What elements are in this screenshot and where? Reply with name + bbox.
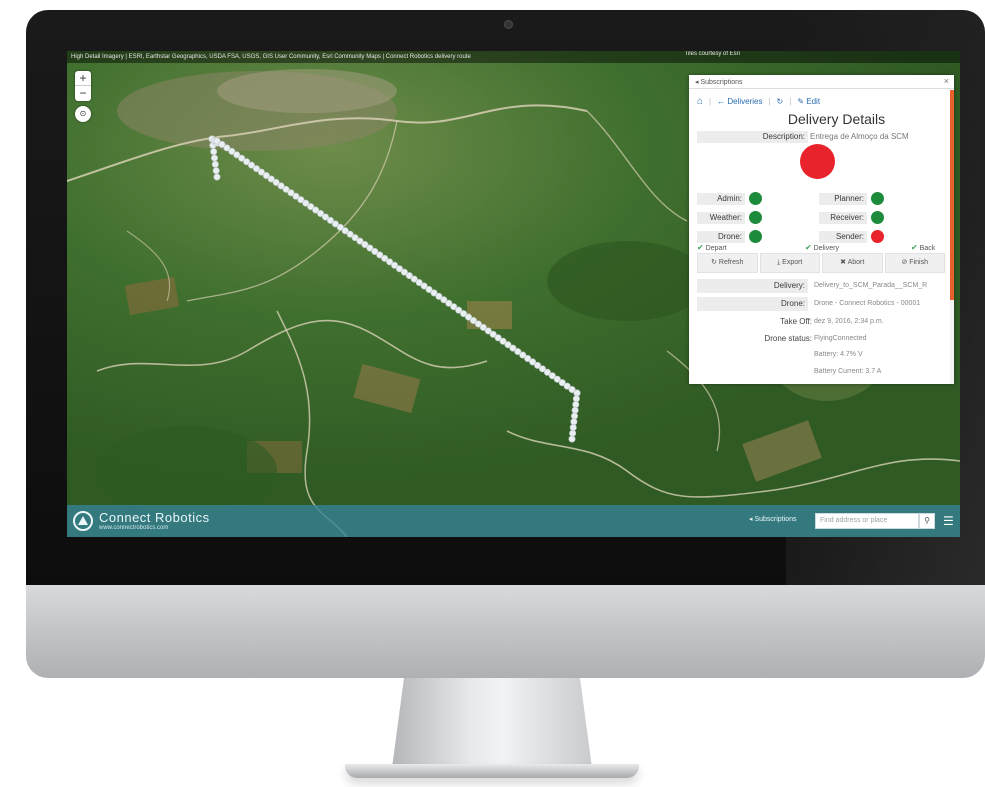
zoom-out-button[interactable]: − — [75, 86, 91, 101]
close-icon[interactable]: × — [944, 76, 949, 86]
route-waypoint — [213, 173, 221, 181]
search-icon[interactable]: ⚲ — [919, 513, 935, 529]
status-label: Admin: — [697, 193, 745, 205]
status-dot — [871, 192, 884, 205]
action-buttons: ↻ Refresh ⤓ Export ✖ Abort ⊘ Finish — [697, 253, 945, 273]
check-icon: ✔ — [805, 243, 812, 252]
page-title: Delivery Details — [787, 111, 886, 127]
route-waypoint — [569, 429, 577, 437]
menu-icon[interactable]: ☰ — [943, 514, 954, 528]
deliveries-link[interactable]: ← Deliveries — [717, 97, 762, 106]
map-attribution-right: Tiles courtesy of Esri — [684, 51, 740, 57]
nav-separator: | — [789, 96, 792, 106]
route-waypoint — [569, 423, 577, 431]
camera-icon — [504, 20, 513, 29]
info-label-takeoff: Take Off: — [780, 317, 812, 326]
battery-current: Battery Current: 3.7 A — [814, 368, 882, 375]
subscriptions-button[interactable]: ◂ Subscriptions — [749, 515, 796, 523]
export-button[interactable]: ⤓ Export — [759, 253, 820, 273]
panel-nav: ⌂ | ← Deliveries | ↻ | ✎ Edit — [697, 95, 820, 107]
scrollbar-thumb[interactable] — [950, 90, 954, 300]
app-screen: High Detail Imagery | ESRI, Earthstar Ge… — [67, 51, 960, 537]
search-input[interactable]: Find address or place — [815, 513, 919, 529]
phase-depart: ✔ Depart — [697, 243, 727, 252]
phase-back: ✔ Back — [911, 243, 936, 252]
status-label: Drone: — [697, 231, 745, 243]
info-label-drone: Drone: — [697, 297, 808, 311]
monitor-chin — [26, 585, 985, 678]
abort-button[interactable]: ✖ Abort — [822, 253, 883, 273]
brand-name: Connect Robotics — [99, 510, 210, 525]
check-icon: ✔ — [911, 243, 918, 252]
status-dot — [871, 211, 884, 224]
route-waypoint — [570, 418, 578, 426]
status-dot — [749, 211, 762, 224]
status-dot — [749, 230, 762, 243]
route-waypoint — [570, 412, 578, 420]
status-label: Weather: — [697, 212, 745, 224]
route-waypoint — [568, 435, 576, 443]
map-attribution: High Detail Imagery | ESRI, Earthstar Ge… — [67, 51, 960, 63]
phase-delivery: ✔ Delivery — [805, 243, 839, 252]
check-icon: ✔ — [697, 243, 704, 252]
battery-voltage: Battery: 4.7% V — [814, 351, 863, 358]
description-value: Entrega de Almoço da SCM — [810, 132, 909, 141]
delivery-status-indicator — [800, 144, 835, 179]
monitor-stand — [392, 678, 592, 768]
route-waypoint — [571, 406, 579, 414]
status-dot — [749, 192, 762, 205]
refresh-button[interactable]: ↻ Refresh — [697, 253, 758, 273]
route-waypoint — [210, 148, 218, 156]
finish-button[interactable]: ⊘ Finish — [884, 253, 945, 273]
route-waypoint — [211, 160, 219, 168]
panel-header: ◂ Subscriptions × — [689, 75, 954, 89]
nav-separator: | — [768, 96, 771, 106]
refresh-icon[interactable]: ↻ — [777, 97, 784, 106]
route-waypoint — [212, 167, 220, 175]
status-label: Receiver: — [819, 212, 867, 224]
info-value-delivery: Delivery_to_SCM_Parada__SCM_R — [814, 282, 928, 289]
info-value-drone: Drone - Connect Robotics - 00001 — [814, 300, 921, 307]
nav-separator: | — [709, 96, 712, 106]
info-label-delivery: Delivery: — [697, 279, 808, 293]
status-label: Sender: — [819, 231, 867, 243]
description-label: Description: — [697, 131, 808, 143]
route-waypoint — [573, 389, 581, 397]
logo-icon — [73, 511, 93, 531]
compass-icon[interactable]: ⊙ — [75, 106, 91, 122]
home-icon[interactable]: ⌂ — [697, 96, 703, 107]
edit-link[interactable]: ✎ Edit — [797, 97, 820, 106]
status-dot — [871, 230, 884, 243]
panel-header-title[interactable]: ◂ Subscriptions — [695, 78, 742, 86]
info-label-drone-status: Drone status: — [764, 334, 812, 343]
brand-url[interactable]: www.connectrobotics.com — [99, 525, 168, 531]
bottom-bar: Connect Robotics www.connectrobotics.com… — [67, 505, 960, 537]
zoom-in-button[interactable]: + — [75, 71, 91, 86]
zoom-control: + − — [75, 71, 91, 101]
info-value-takeoff: dez 9, 2016, 2:34 p.m. — [814, 318, 884, 325]
route-waypoint — [572, 400, 580, 408]
monitor-stand-base — [345, 764, 639, 778]
route-waypoint — [572, 395, 580, 403]
info-value-drone-status: FlyingConnected — [814, 335, 867, 342]
route-waypoint — [211, 154, 219, 162]
status-label: Planner: — [819, 193, 867, 205]
delivery-details-panel: ◂ Subscriptions × ⌂ | ← Deliveries | ↻ |… — [689, 75, 954, 384]
